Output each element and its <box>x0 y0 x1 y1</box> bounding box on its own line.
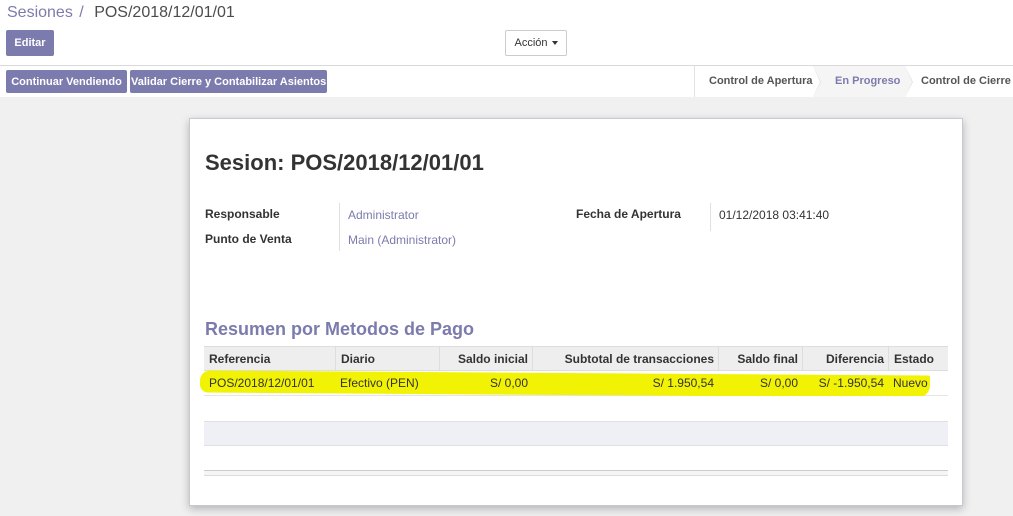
punto-venta-label: Punto de Venta <box>205 232 292 246</box>
caret-down-icon <box>551 41 558 46</box>
empty-row <box>204 396 948 420</box>
empty-row <box>204 421 948 446</box>
cell-diario: Efectivo (PEN) <box>340 376 419 390</box>
status-step-label: Control de Apertura <box>709 75 813 87</box>
cell-subtotal: S/ 1.950,54 <box>652 376 714 390</box>
column-header-saldo-inicial[interactable]: Saldo inicial <box>439 347 532 371</box>
action-label: Acción <box>514 37 548 49</box>
continue-selling-button[interactable]: Continuar Vendiendo <box>6 70 127 93</box>
breadcrumb-separator: / <box>79 4 84 21</box>
field-divider <box>710 203 711 231</box>
responsable-label: Responsable <box>205 207 280 221</box>
status-step-opening-control[interactable]: Control de Apertura <box>695 66 821 97</box>
field-divider <box>339 203 340 251</box>
table-row[interactable]: POS/2018/12/01/01 Efectivo (PEN) S/ 0,00… <box>199 370 948 398</box>
statusbar: Continuar Vendiendo Validar Cierre y Con… <box>0 65 1013 97</box>
cell-saldo-final: S/ 0,00 <box>759 376 798 390</box>
breadcrumb-sesiones-link[interactable]: Sesiones <box>7 4 73 21</box>
action-dropdown-button[interactable]: Acción <box>505 30 567 56</box>
column-header-estado[interactable]: Estado <box>888 347 948 371</box>
step-arrow-inner <box>813 66 820 97</box>
breadcrumb: Sesiones / POS/2018/12/01/01 <box>7 4 235 22</box>
cell-saldo-inicial: S/ 0,00 <box>489 376 528 390</box>
status-step-label: Control de Cierre <box>921 75 1011 87</box>
status-step-label: En Progreso <box>835 75 901 87</box>
column-header-diario[interactable]: Diario <box>335 347 439 371</box>
validate-close-button[interactable]: Validar Cierre y Contabilizar Asientos <box>130 70 327 93</box>
table-footer <box>204 470 948 476</box>
empty-row <box>204 446 948 470</box>
column-header-subtotal[interactable]: Subtotal de transacciones <box>532 347 718 371</box>
edit-button[interactable]: Editar <box>6 30 54 56</box>
column-header-diferencia[interactable]: Diferencia <box>802 347 888 371</box>
control-panel: Sesiones / POS/2018/12/01/01 Editar Acci… <box>0 0 1013 97</box>
punto-venta-value[interactable]: Main (Administrator) <box>348 233 456 247</box>
cell-estado: Nuevo <box>893 376 928 390</box>
responsable-value[interactable]: Administrator <box>348 208 419 222</box>
status-step-in-progress[interactable]: En Progreso <box>813 66 913 97</box>
page-title: Sesion: POS/2018/12/01/01 <box>205 150 484 175</box>
cell-referencia: POS/2018/12/01/01 <box>209 376 315 390</box>
status-step-closing-control[interactable]: Control de Cierre <box>905 66 1013 97</box>
step-arrow-inner <box>905 66 912 97</box>
cell-diferencia: S/ -1.950,54 <box>818 376 884 390</box>
payments-section-title: Resumen por Metodos de Pago <box>205 319 475 339</box>
fecha-apertura-value: 01/12/2018 03:41:40 <box>719 208 830 222</box>
column-header-referencia[interactable]: Referencia <box>204 347 335 371</box>
fecha-apertura-label: Fecha de Apertura <box>576 207 681 221</box>
form-sheet: Sesion: POS/2018/12/01/01 Responsable Ad… <box>189 118 963 506</box>
column-header-saldo-final[interactable]: Saldo final <box>718 347 802 371</box>
table-header: Referencia Diario Saldo inicial Subtotal… <box>204 346 948 371</box>
breadcrumb-current: POS/2018/12/01/01 <box>94 4 235 21</box>
status-steps: Control de Apertura En Progreso Control … <box>694 66 1013 97</box>
